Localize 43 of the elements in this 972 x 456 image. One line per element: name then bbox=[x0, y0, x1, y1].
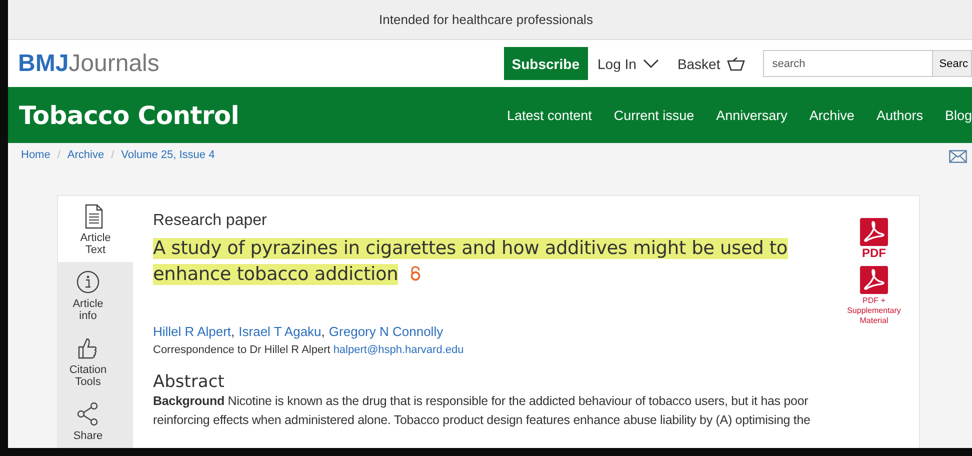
side-tab[interactable]: Article info bbox=[58, 262, 118, 328]
notice-text: Intended for healthcare professionals bbox=[379, 12, 593, 27]
side-tab[interactable]: Article Text bbox=[58, 196, 133, 262]
submit-button[interactable]: Searc bbox=[933, 50, 972, 77]
basket-link[interactable]: Basket bbox=[677, 56, 720, 72]
side-tab[interactable]: Citation Tools bbox=[58, 328, 118, 394]
share-icon bbox=[76, 402, 100, 427]
chevron-down-icon bbox=[643, 59, 660, 69]
article-type: Research paper bbox=[153, 212, 268, 230]
nav-link[interactable]: Authors bbox=[876, 108, 923, 122]
nav-link[interactable]: Anniversary bbox=[716, 108, 788, 122]
journal-title[interactable]: Tobacco Control bbox=[19, 100, 240, 130]
abstract-heading: Abstract bbox=[153, 372, 226, 392]
breadcrumb-link[interactable]: Volume 25, Issue 4 bbox=[121, 149, 215, 161]
abstract-text: Background Nicotine is known as the drug that is responsible for the addicted behaviour of tobacco users, but it has poor reinforcing effects when administered alone. Tobacco product design features enhance abuse liability by (A) optimising the bbox=[153, 393, 812, 429]
nav-link[interactable]: Latest content bbox=[507, 108, 592, 122]
search-field[interactable]: search bbox=[763, 50, 934, 77]
subscribe-button[interactable]: Subscribe bbox=[504, 47, 588, 80]
nav-link[interactable]: Blog bbox=[944, 108, 972, 122]
pdf-icon bbox=[860, 266, 888, 294]
basket-icon bbox=[727, 56, 746, 70]
author-link[interactable]: Israel T Agaku bbox=[238, 324, 322, 339]
nav-link[interactable]: Current issue bbox=[614, 108, 694, 122]
envelope-icon bbox=[949, 150, 967, 163]
side-tab[interactable]: Share bbox=[58, 394, 118, 448]
author-link[interactable]: Hillel R Alpert bbox=[153, 324, 232, 339]
correspondence-text: Correspondence to Dr Hillel R Alpert bbox=[153, 344, 330, 356]
pdf-download-link[interactable]: PDF + Supplementary Material bbox=[843, 266, 905, 326]
breadcrumb-separator: / bbox=[111, 149, 114, 161]
breadcrumb-separator: / bbox=[57, 149, 60, 161]
login-link[interactable]: Log In bbox=[598, 56, 636, 72]
nav-link[interactable]: Archive bbox=[809, 108, 854, 122]
article-title: A study of pyrazines in cigarettes and how additives might be used to enhance tobacco addiction bbox=[153, 237, 789, 287]
pdf-download-link[interactable]: PDF bbox=[860, 218, 888, 260]
info-icon bbox=[76, 270, 100, 295]
comma: , bbox=[231, 324, 235, 339]
breadcrumb-link[interactable]: Home bbox=[21, 149, 50, 161]
journals-logo[interactable]: BMJJournals bbox=[18, 50, 160, 78]
pdf-icon bbox=[860, 218, 888, 246]
comma: , bbox=[321, 324, 325, 339]
breadcrumb-link[interactable]: Archive bbox=[67, 149, 104, 161]
author-link[interactable]: Gregory N Connolly bbox=[328, 324, 444, 339]
email-link[interactable]: halpert@hsph.harvard.edu bbox=[333, 344, 464, 356]
